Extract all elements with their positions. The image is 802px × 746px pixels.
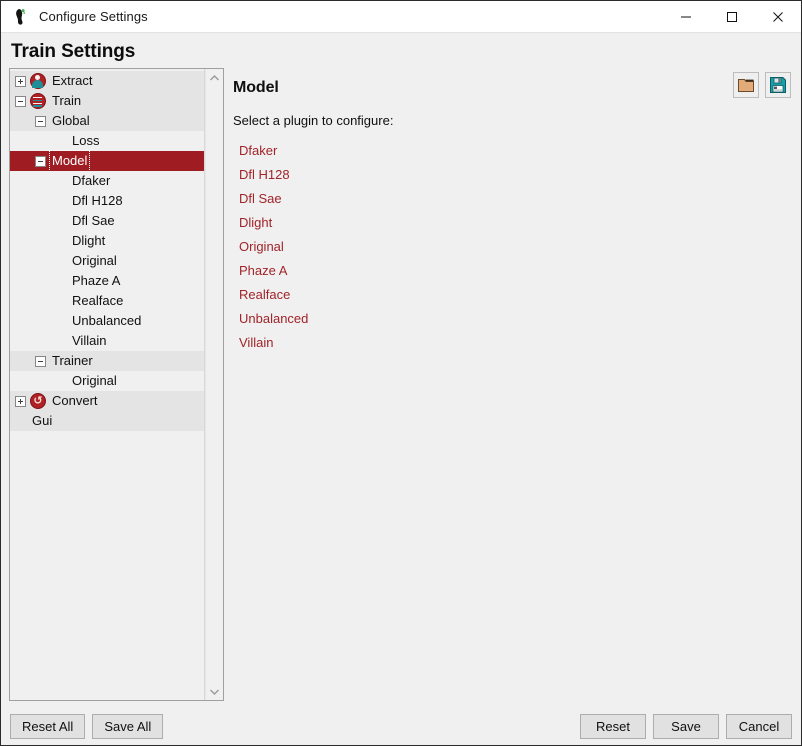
tree-item-extract[interactable]: Extract	[10, 71, 204, 91]
maximize-button[interactable]	[709, 1, 755, 32]
tree-item-trainer[interactable]: Trainer	[10, 351, 204, 371]
plugin-link-list: DfakerDfl H128Dfl SaeDlightOriginalPhaze…	[231, 128, 793, 355]
tree-item-unbalanced[interactable]: Unbalanced	[10, 311, 204, 331]
plugin-link-dfl-h128[interactable]: Dfl H128	[231, 163, 290, 187]
tree-item-label: Model	[50, 151, 89, 171]
collapse-icon[interactable]	[35, 116, 46, 127]
tree-item-train[interactable]: Train	[10, 91, 204, 111]
plugin-link-realface[interactable]: Realface	[231, 283, 290, 307]
plugin-config-panel: Model Select a plugin to configure: Dfak…	[231, 68, 793, 701]
reset-button[interactable]: Reset	[580, 714, 646, 739]
tree-scrollbar[interactable]	[205, 69, 223, 700]
page-title: Train Settings	[11, 41, 801, 63]
tree-item-label: Extract	[50, 71, 94, 91]
footer-left-buttons: Reset All Save All	[10, 714, 163, 739]
title-bar: Configure Settings	[1, 1, 801, 33]
plugin-link-phaze-a[interactable]: Phaze A	[231, 259, 287, 283]
tree-item-label: Loss	[70, 131, 101, 151]
reset-all-button[interactable]: Reset All	[10, 714, 85, 739]
tree-item-dfl-sae[interactable]: Dfl Sae	[10, 211, 204, 231]
expand-icon[interactable]	[15, 76, 26, 87]
tree-item-label: Train	[50, 91, 83, 111]
collapse-icon[interactable]	[35, 356, 46, 367]
tree-item-global[interactable]: Global	[10, 111, 204, 131]
save-all-button[interactable]: Save All	[92, 714, 163, 739]
scrollbar-track[interactable]	[206, 86, 223, 683]
tree-item-label: Unbalanced	[70, 311, 143, 331]
footer-right-buttons: Reset Save Cancel	[580, 714, 792, 739]
tree-item-label: Phaze A	[70, 271, 122, 291]
main-content: ExtractTrainGlobalLossModelDfakerDfl H12…	[1, 68, 801, 707]
page-header: Train Settings	[1, 33, 801, 68]
tree-item-label: Dfaker	[70, 171, 112, 191]
tree-item-gui[interactable]: Gui	[10, 411, 204, 431]
tree-item-label: Dfl H128	[70, 191, 125, 211]
tree-item-dfl-h128[interactable]: Dfl H128	[10, 191, 204, 211]
tree-item-label: Convert	[50, 391, 100, 411]
tree-item-villain[interactable]: Villain	[10, 331, 204, 351]
panel-title: Model	[231, 68, 793, 97]
footer-bar: Reset All Save All Reset Save Cancel	[1, 707, 801, 745]
plugin-link-villain[interactable]: Villain	[231, 331, 273, 355]
tree-item-label: Realface	[70, 291, 125, 311]
plugin-link-unbalanced[interactable]: Unbalanced	[231, 307, 308, 331]
settings-tree-panel: ExtractTrainGlobalLossModelDfakerDfl H12…	[9, 68, 224, 701]
tree-scroll-area: ExtractTrainGlobalLossModelDfakerDfl H12…	[10, 69, 205, 700]
tree-item-label: Gui	[30, 411, 54, 431]
tree-item-label: Original	[70, 251, 119, 271]
panel-toolbar	[733, 72, 791, 98]
close-button[interactable]	[755, 1, 801, 32]
save-disk-icon[interactable]	[765, 72, 791, 98]
window-controls	[663, 1, 801, 32]
tree-item-original[interactable]: Original	[10, 251, 204, 271]
plugin-link-dfl-sae[interactable]: Dfl Sae	[231, 187, 282, 211]
train-icon	[30, 93, 46, 109]
chevron-up-icon[interactable]	[206, 69, 223, 86]
tree-item-label: Global	[50, 111, 92, 131]
plugin-link-dlight[interactable]: Dlight	[231, 211, 272, 235]
plugin-link-dfaker[interactable]: Dfaker	[231, 139, 277, 163]
tree-item-phaze-a[interactable]: Phaze A	[10, 271, 204, 291]
collapse-icon[interactable]	[35, 156, 46, 167]
tree-item-loss[interactable]: Loss	[10, 131, 204, 151]
chevron-down-icon[interactable]	[206, 683, 223, 700]
tree-item-dfaker[interactable]: Dfaker	[10, 171, 204, 191]
tree-item-label: Villain	[70, 331, 108, 351]
plugin-link-original[interactable]: Original	[231, 235, 284, 259]
tree-item-model[interactable]: Model	[10, 151, 204, 171]
configure-settings-window: Configure Settings Train Settings Extrac…	[0, 0, 802, 746]
tree-item-label: Trainer	[50, 351, 95, 371]
tree-item-label: Dlight	[70, 231, 107, 251]
expand-icon[interactable]	[15, 396, 26, 407]
minimize-button[interactable]	[663, 1, 709, 32]
collapse-icon[interactable]	[15, 96, 26, 107]
app-icon	[10, 6, 32, 28]
open-folder-icon[interactable]	[733, 72, 759, 98]
tree-item-convert[interactable]: ↺Convert	[10, 391, 204, 411]
panel-subtitle: Select a plugin to configure:	[231, 97, 793, 128]
save-button[interactable]: Save	[653, 714, 719, 739]
tree-item-dlight[interactable]: Dlight	[10, 231, 204, 251]
tree-item-label: Dfl Sae	[70, 211, 117, 231]
cancel-button[interactable]: Cancel	[726, 714, 792, 739]
window-title: Configure Settings	[39, 9, 148, 24]
convert-icon: ↺	[30, 393, 46, 409]
settings-tree[interactable]: ExtractTrainGlobalLossModelDfakerDfl H12…	[10, 69, 204, 431]
extract-icon	[30, 73, 46, 89]
tree-item-label: Original	[70, 371, 119, 391]
tree-item-realface[interactable]: Realface	[10, 291, 204, 311]
tree-item-original[interactable]: Original	[10, 371, 204, 391]
